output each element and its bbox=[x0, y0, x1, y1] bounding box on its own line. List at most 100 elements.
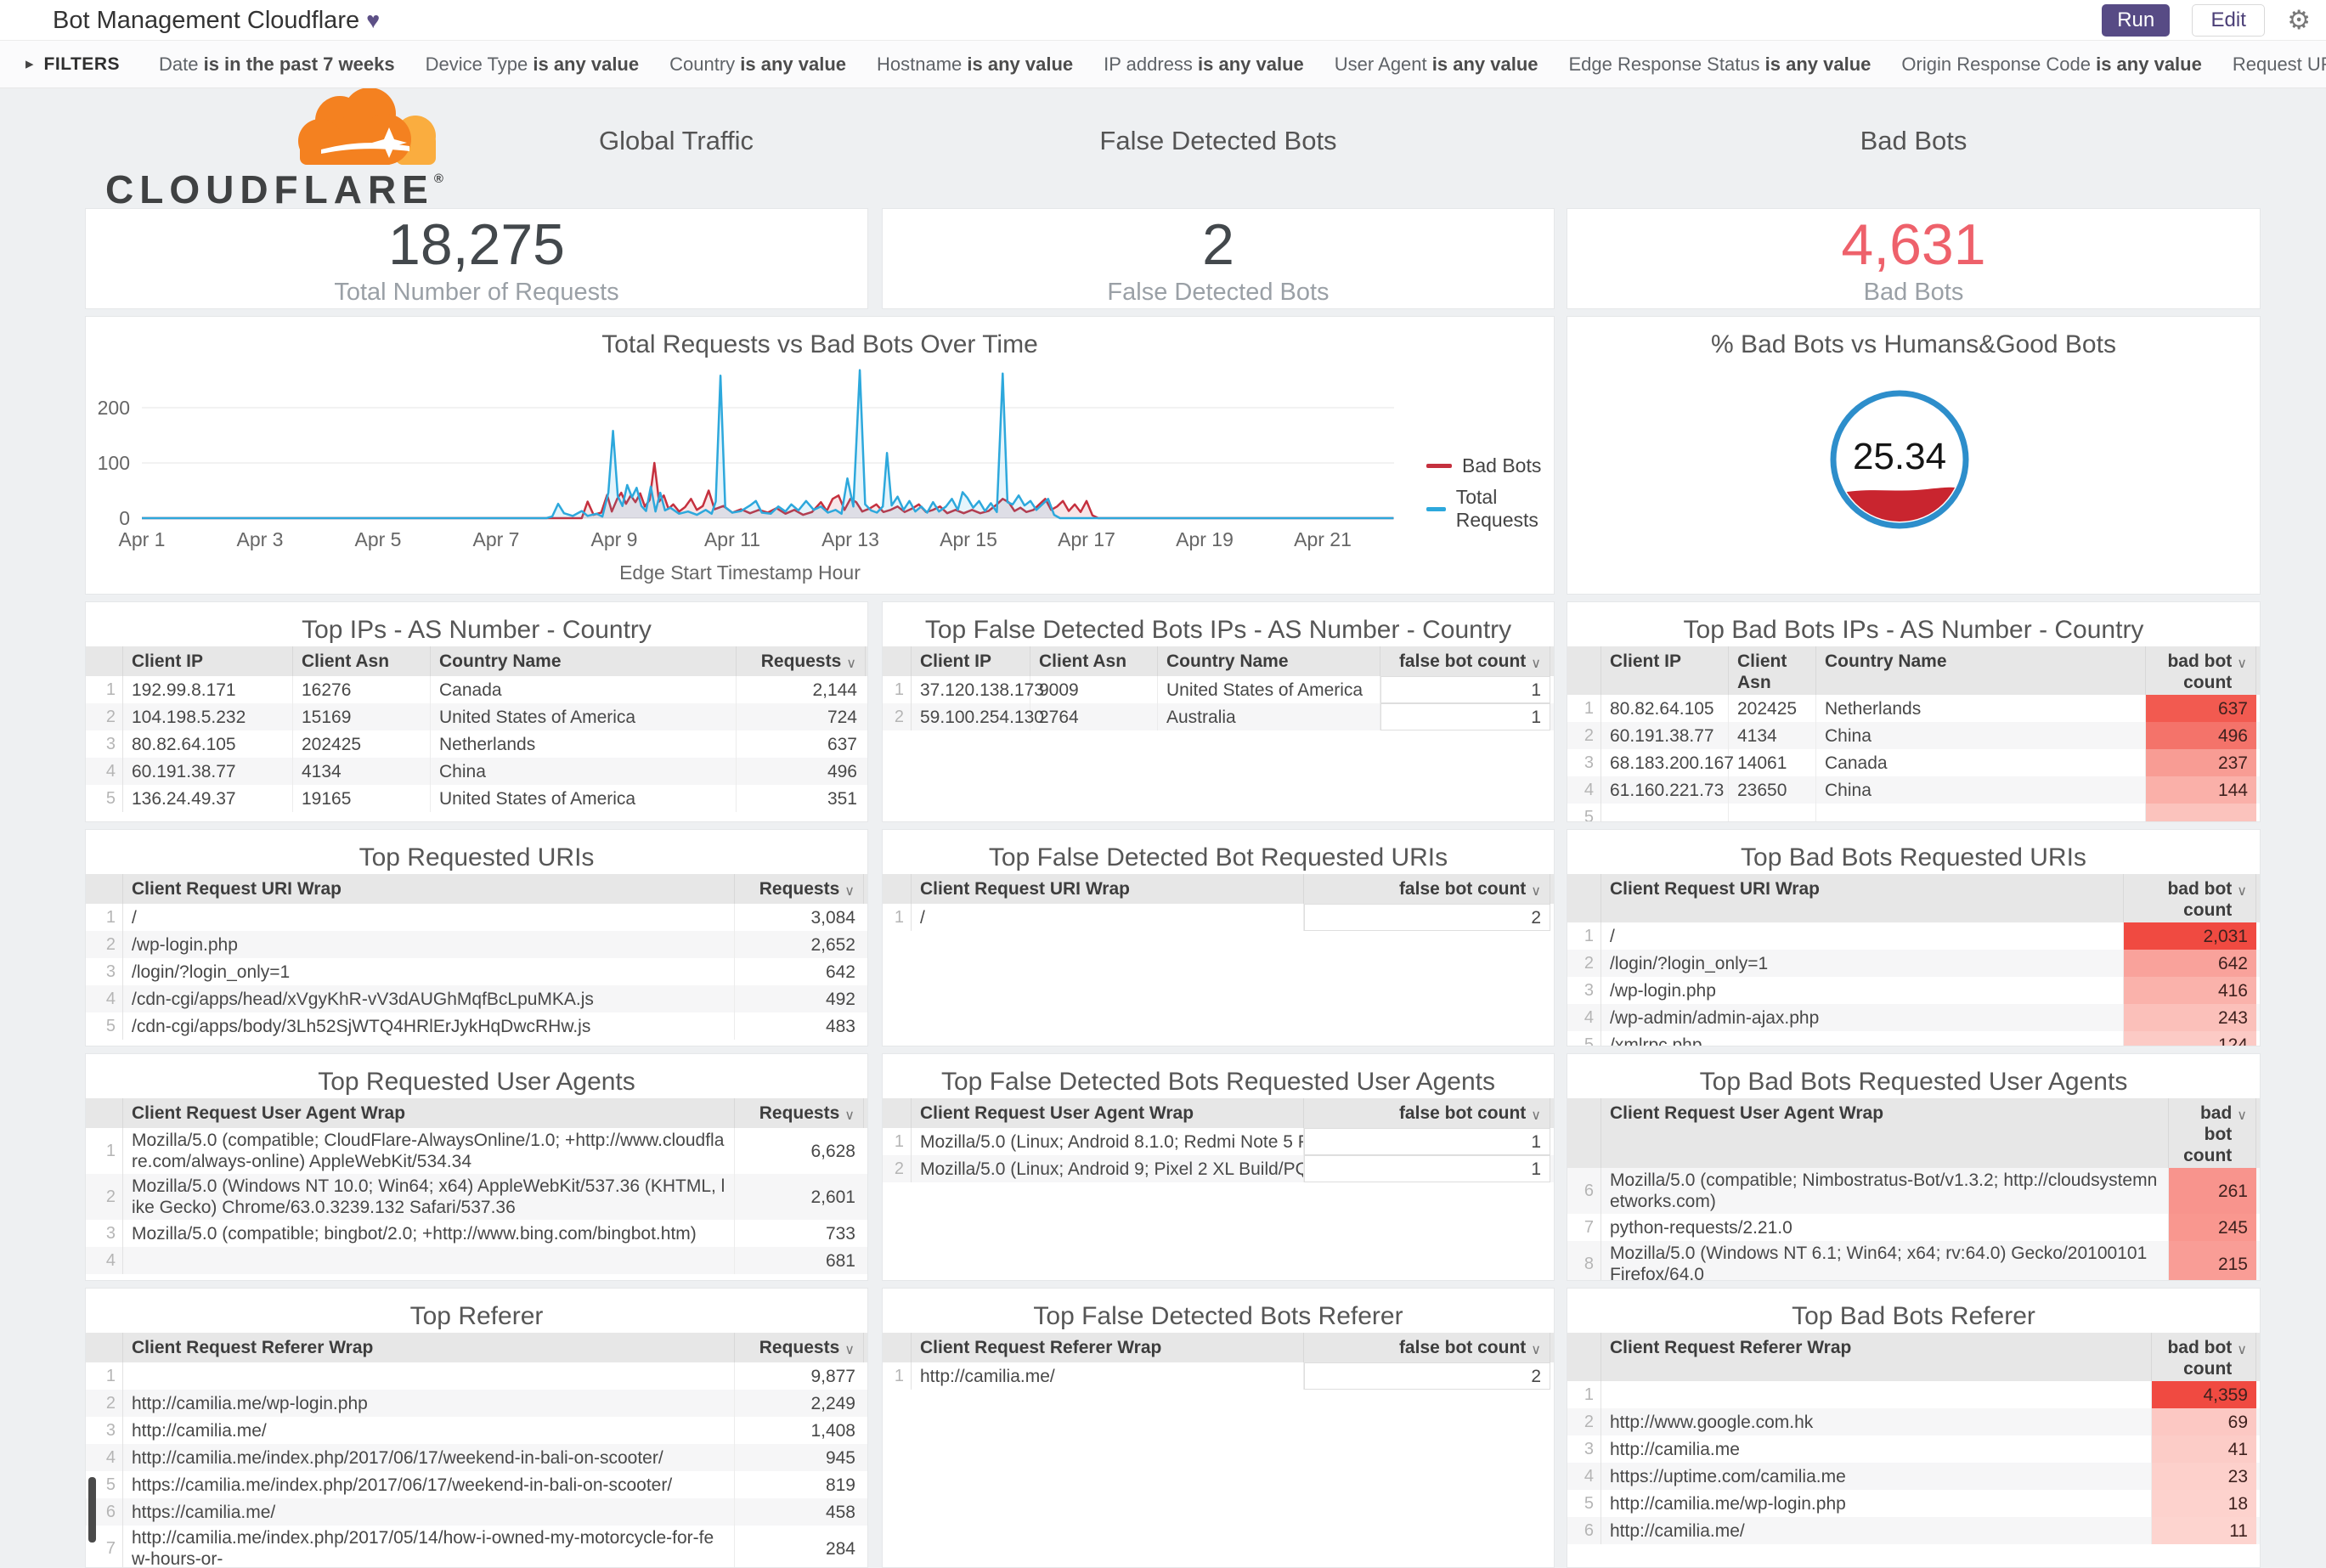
row-rank: 3 bbox=[86, 958, 123, 985]
filter-chip[interactable]: Request URI is any value bbox=[2233, 54, 2326, 76]
table: Client Request Referer Wrap false bot cou… bbox=[883, 1333, 1554, 1390]
column-header[interactable]: bad bot count ∨ bbox=[2124, 874, 2256, 922]
column-header[interactable]: false bot count ∨ bbox=[1304, 1098, 1550, 1128]
cell: /login/?login_only=1 bbox=[123, 958, 735, 985]
tile-requests-vs-bad-bots-chart: Total Requests vs Bad Bots Over Time 0 10… bbox=[85, 316, 1555, 595]
cell bbox=[1729, 804, 1816, 821]
cell: 1 bbox=[1304, 1155, 1550, 1182]
topbar: Bot Management Cloudflare ♥ Run Edit ⚙ bbox=[0, 0, 2326, 41]
rank-header bbox=[883, 1333, 912, 1362]
column-header[interactable]: Client Request URI Wrap bbox=[912, 874, 1304, 904]
filter-bar[interactable]: ▸ FILTERS Date is in the past 7 weeks Dev… bbox=[0, 41, 2326, 88]
row-rank: 1 bbox=[883, 1362, 912, 1390]
row-rank: 3 bbox=[1567, 1435, 1601, 1463]
cell: 80.82.64.105 bbox=[1601, 695, 1729, 722]
filter-chip[interactable]: Country is any value bbox=[669, 54, 846, 76]
column-header[interactable]: Client Request User Agent Wrap bbox=[912, 1098, 1304, 1128]
cell: 59.100.254.130 bbox=[912, 703, 1044, 730]
section-title-bad-bots: Bad Bots bbox=[1860, 126, 1968, 155]
cell: 1 bbox=[1380, 703, 1550, 730]
table-row: 4/cdn-cgi/apps/head/xVgyKhR-vV3dAUGhMqfB… bbox=[86, 985, 867, 1012]
legend-item[interactable]: Bad Bots bbox=[1426, 454, 1554, 477]
edit-button[interactable]: Edit bbox=[2192, 4, 2266, 37]
cell: Mozilla/5.0 (Windows NT 10.0; Win64; x64… bbox=[123, 1174, 735, 1220]
filter-chip[interactable]: Date is in the past 7 weeks bbox=[159, 54, 395, 76]
table-title: Top Bad Bots Referer bbox=[1792, 1302, 2035, 1330]
filters-caret-icon[interactable]: ▸ bbox=[25, 54, 34, 74]
filters-label[interactable]: FILTERS bbox=[44, 54, 120, 75]
column-header[interactable]: Requests ∨ bbox=[735, 874, 864, 904]
sort-desc-icon: ∨ bbox=[2237, 1108, 2247, 1123]
cell: 2,601 bbox=[810, 1187, 855, 1207]
column-header[interactable]: Client IP bbox=[1601, 646, 1729, 695]
row-rank: 2 bbox=[86, 931, 123, 958]
column-header[interactable]: Client Request URI Wrap bbox=[123, 874, 735, 904]
table-row: 4 https://uptime.com/camilia.me 23 bbox=[1567, 1463, 2260, 1490]
tile-top-referers: Top Referer Client Request Referer Wrap R… bbox=[85, 1288, 868, 1568]
column-header[interactable]: bad bot count ∨ bbox=[2152, 1333, 2256, 1381]
run-button[interactable]: Run bbox=[2102, 4, 2171, 37]
column-header[interactable]: Client Request Referer Wrap bbox=[912, 1333, 1304, 1362]
cell: http://camilia.me/wp-login.php bbox=[1601, 1490, 2152, 1517]
table-title: Top Referer bbox=[409, 1302, 544, 1330]
legend-item[interactable]: Total Requests bbox=[1426, 486, 1554, 532]
table-header-row: Client Request Referer Wrap bad bot count… bbox=[1567, 1333, 2260, 1381]
tile-false-bot-ips: Top False Detected Bots IPs - AS Number … bbox=[882, 601, 1555, 822]
vertical-scrollbar-thumb[interactable] bbox=[88, 1477, 96, 1543]
kpi-tile-bad-bots: 4,631 Bad Bots bbox=[1567, 208, 2261, 309]
tile-bad-bot-uris: Top Bad Bots Requested URIs Client Reque… bbox=[1567, 829, 2261, 1046]
cloudflare-logo bbox=[289, 80, 446, 179]
column-header[interactable]: Client Request Referer Wrap bbox=[123, 1333, 735, 1362]
column-header[interactable]: Client Request User Agent Wrap bbox=[1601, 1098, 2169, 1168]
filter-chip[interactable]: Origin Response Code is any value bbox=[1901, 54, 2201, 76]
column-header[interactable]: Country Name bbox=[1158, 646, 1380, 676]
filter-chip[interactable]: IP address is any value bbox=[1104, 54, 1304, 76]
table-title: Top Bad Bots Requested URIs bbox=[1741, 843, 2086, 871]
row-rank: 2 bbox=[1567, 722, 1601, 749]
table-row: 1 http://camilia.me/2 bbox=[883, 1362, 1554, 1390]
cell: United States of America bbox=[1158, 676, 1380, 703]
row-rank: 1 bbox=[883, 1128, 912, 1155]
filter-chip[interactable]: Device Type is any value bbox=[426, 54, 640, 76]
column-header[interactable]: false bot count ∨ bbox=[1380, 646, 1550, 676]
column-header[interactable]: Client Asn bbox=[1729, 646, 1816, 695]
gear-icon[interactable]: ⚙ bbox=[2287, 4, 2311, 37]
svg-text:200: 200 bbox=[98, 397, 130, 419]
column-header[interactable]: Requests ∨ bbox=[735, 1098, 864, 1128]
column-header[interactable]: Client Asn bbox=[1030, 646, 1158, 676]
table-title: Top False Detected Bots Referer bbox=[1033, 1302, 1403, 1330]
column-header[interactable]: Client Request User Agent Wrap bbox=[123, 1098, 735, 1128]
table: Client IP Client Asn Country Name false bot… bbox=[883, 646, 1554, 730]
column-header[interactable]: bad bot count ∨ bbox=[2146, 646, 2256, 695]
column-header[interactable]: Client IP bbox=[123, 646, 293, 676]
rank-header bbox=[1567, 646, 1601, 695]
filter-chip[interactable]: Hostname is any value bbox=[877, 54, 1073, 76]
column-header[interactable]: bad bot count ∨ bbox=[2169, 1098, 2256, 1168]
gauge-title: % Bad Bots vs Humans&Good Bots bbox=[1711, 330, 2116, 358]
cell: 819 bbox=[825, 1475, 855, 1495]
sort-desc-icon: ∨ bbox=[2237, 1343, 2247, 1357]
cell: 458 bbox=[825, 1502, 855, 1522]
filter-chip[interactable]: User Agent is any value bbox=[1335, 54, 1538, 76]
cell: 237 bbox=[2146, 749, 2256, 776]
column-header[interactable]: Client Asn bbox=[293, 646, 431, 676]
column-header[interactable]: Country Name bbox=[431, 646, 737, 676]
column-header[interactable]: Client IP bbox=[912, 646, 1030, 676]
column-header[interactable]: false bot count ∨ bbox=[1304, 1333, 1550, 1362]
column-header[interactable]: false bot count ∨ bbox=[1304, 874, 1550, 904]
column-header[interactable]: Requests ∨ bbox=[737, 646, 866, 676]
column-header[interactable]: Country Name bbox=[1816, 646, 2146, 695]
table-header-row: Client Request URI Wrap Requests ∨ bbox=[86, 874, 867, 904]
chart-legend[interactable]: Bad Bots Total Requests bbox=[1426, 454, 1554, 540]
filter-chip[interactable]: Edge Response Status is any value bbox=[1569, 54, 1872, 76]
column-header[interactable]: Client Request URI Wrap bbox=[1601, 874, 2124, 922]
heart-icon: ♥ bbox=[366, 8, 381, 33]
cloudflare-cloud-icon bbox=[298, 87, 436, 165]
column-header[interactable]: Requests ∨ bbox=[735, 1333, 864, 1362]
cell: 2,652 bbox=[810, 934, 855, 955]
cell: 492 bbox=[825, 989, 855, 1009]
tile-false-bot-referers: Top False Detected Bots Referer Client R… bbox=[882, 1288, 1555, 1568]
column-header[interactable]: Client Request Referer Wrap bbox=[1601, 1333, 2152, 1381]
table: Client IP Client Asn Country Name Requests ∨… bbox=[86, 646, 867, 812]
cell: 23 bbox=[2152, 1463, 2256, 1490]
